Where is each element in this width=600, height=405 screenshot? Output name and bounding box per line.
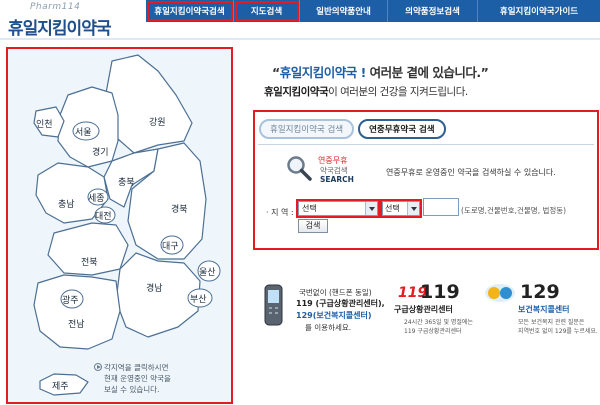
label-incheon: 인천 bbox=[36, 120, 53, 130]
search-icon-caption: SEARCH bbox=[320, 175, 354, 184]
logo-subtitle: Pharm114 bbox=[30, 2, 81, 12]
label-seoul: 서울 bbox=[75, 128, 92, 138]
tab-allyear-pharmacy-search[interactable]: 연중무휴약국 검색 bbox=[358, 119, 446, 139]
region-jeonnam[interactable] bbox=[33, 274, 121, 350]
tab-holiday-pharmacy-search[interactable]: 휴일지킴이약국 검색 bbox=[259, 119, 355, 139]
nav-drug-info-search[interactable]: 의약품정보검색 bbox=[388, 0, 478, 22]
korea-map bbox=[33, 54, 221, 396]
info-text-1: 국번없이 (핸드폰 동일) bbox=[299, 288, 372, 297]
label-jeonnam: 전남 bbox=[68, 320, 85, 330]
label-chungbuk: 충북 bbox=[118, 178, 135, 188]
emergency-119-desc-1: 24시간 365일 및 명절에는 bbox=[404, 319, 473, 326]
info-text-4: 를 이용하세요. bbox=[305, 323, 352, 332]
search-button[interactable]: 검색 bbox=[298, 219, 328, 233]
header-divider bbox=[0, 38, 600, 40]
play-icon bbox=[94, 363, 102, 371]
emergency-119-number: 119 bbox=[420, 281, 460, 303]
nav-otc-drug-info[interactable]: 일반의약품안내 bbox=[300, 0, 388, 22]
label-gyeongbuk: 경북 bbox=[171, 205, 188, 215]
welfare-129-desc-2: 지역번호 없이 129를 누르세요. bbox=[518, 328, 598, 335]
slogan-line-2: 휴일지킴이약국이 여러분의 건강을 지켜드립니다. bbox=[264, 86, 468, 98]
chevron-down-icon bbox=[365, 202, 377, 215]
label-busan: 부산 bbox=[190, 295, 207, 305]
search-description: 연중무휴로 운영중인 약국을 검색하실 수 있습니다. bbox=[386, 168, 556, 177]
logo-title: 휴일지킴이약국 bbox=[8, 19, 111, 39]
logo[interactable]: Pharm114 휴일지킴이약국 bbox=[8, 2, 112, 40]
welfare-129-desc-1: 모든 보건복지 관련 질문은 bbox=[518, 319, 585, 326]
region-gyeongnam[interactable] bbox=[115, 252, 201, 338]
main-nav: 휴일지킴이약국검색 지도검색 일반의약품안내 의약품정보검색 휴일지킴이약국가이… bbox=[146, 0, 600, 22]
district-select[interactable]: 선택 bbox=[380, 199, 422, 218]
region-label: · 지 역 : bbox=[266, 208, 294, 217]
label-daejeon: 대전 bbox=[95, 212, 112, 222]
label-gwangju: 광주 bbox=[62, 296, 79, 306]
info-text-2: 119 (구급상황관리센터), bbox=[296, 299, 385, 308]
label-jeonbuk: 전북 bbox=[81, 258, 98, 268]
label-ulsan: 울산 bbox=[199, 268, 216, 278]
info-text-3: 129(보건복지콜센터) bbox=[296, 311, 372, 320]
emergency-119-desc-2: 119 구급상황관리센터 bbox=[404, 328, 462, 335]
label-gangwon: 강원 bbox=[149, 118, 166, 128]
label-jeju: 제주 bbox=[52, 382, 69, 392]
search-tabs: 휴일지킴이약국 검색 연중무휴약국 검색 bbox=[259, 119, 446, 139]
magnifier-icon bbox=[287, 156, 312, 181]
korea-map-panel: 인천 서울 강원 경기 충북 충남 세종 대전 경북 전북 대구 울산 경남 부… bbox=[6, 47, 233, 404]
phone-icon bbox=[264, 284, 283, 326]
welfare-129-title: 보건복지콜센터 bbox=[518, 305, 570, 314]
label-gyeongnam: 경남 bbox=[146, 284, 163, 294]
label-gyeonggi: 경기 bbox=[92, 148, 109, 158]
label-chungnam: 충남 bbox=[58, 200, 75, 210]
nav-map-search[interactable]: 지도검색 bbox=[234, 0, 300, 22]
emergency-119-title: 구급상황관리센터 bbox=[394, 305, 453, 314]
search-form: 연중무휴 약국검색 SEARCH 연중무휴로 운영중인 약국을 검색하실 수 있… bbox=[258, 144, 594, 247]
header: Pharm114 휴일지킴이약국 휴일지킴이약국검색 지도검색 일반의약품안내 … bbox=[0, 0, 600, 40]
map-hint: 각지역을 클릭하시면 현재 운영중인 약국을 보실 수 있습니다. bbox=[94, 362, 228, 395]
address-input[interactable] bbox=[423, 198, 459, 216]
nav-guide[interactable]: 휴일지킴이약국가이드 bbox=[478, 0, 600, 22]
province-select[interactable]: 선택 bbox=[296, 199, 380, 218]
nav-holiday-pharmacy-search[interactable]: 휴일지킴이약국검색 bbox=[146, 0, 234, 22]
address-hint: (도로명,건물번호,건물명, 법정동) bbox=[461, 206, 567, 215]
search-panel: 휴일지킴이약국 검색 연중무휴약국 검색 연중무휴 약국검색 SEARCH 연중… bbox=[253, 110, 599, 250]
welfare-129-logo-icon bbox=[485, 284, 515, 302]
slogan-line-1: “휴일지킴이약국 ! 여러분 곁에 있습니다.” bbox=[272, 65, 489, 80]
welfare-129-number: 129 bbox=[520, 281, 560, 303]
region-gangwon[interactable] bbox=[105, 54, 193, 154]
label-daegu: 대구 bbox=[162, 242, 179, 252]
label-sejong: 세종 bbox=[88, 194, 105, 204]
chevron-down-icon bbox=[407, 202, 419, 215]
